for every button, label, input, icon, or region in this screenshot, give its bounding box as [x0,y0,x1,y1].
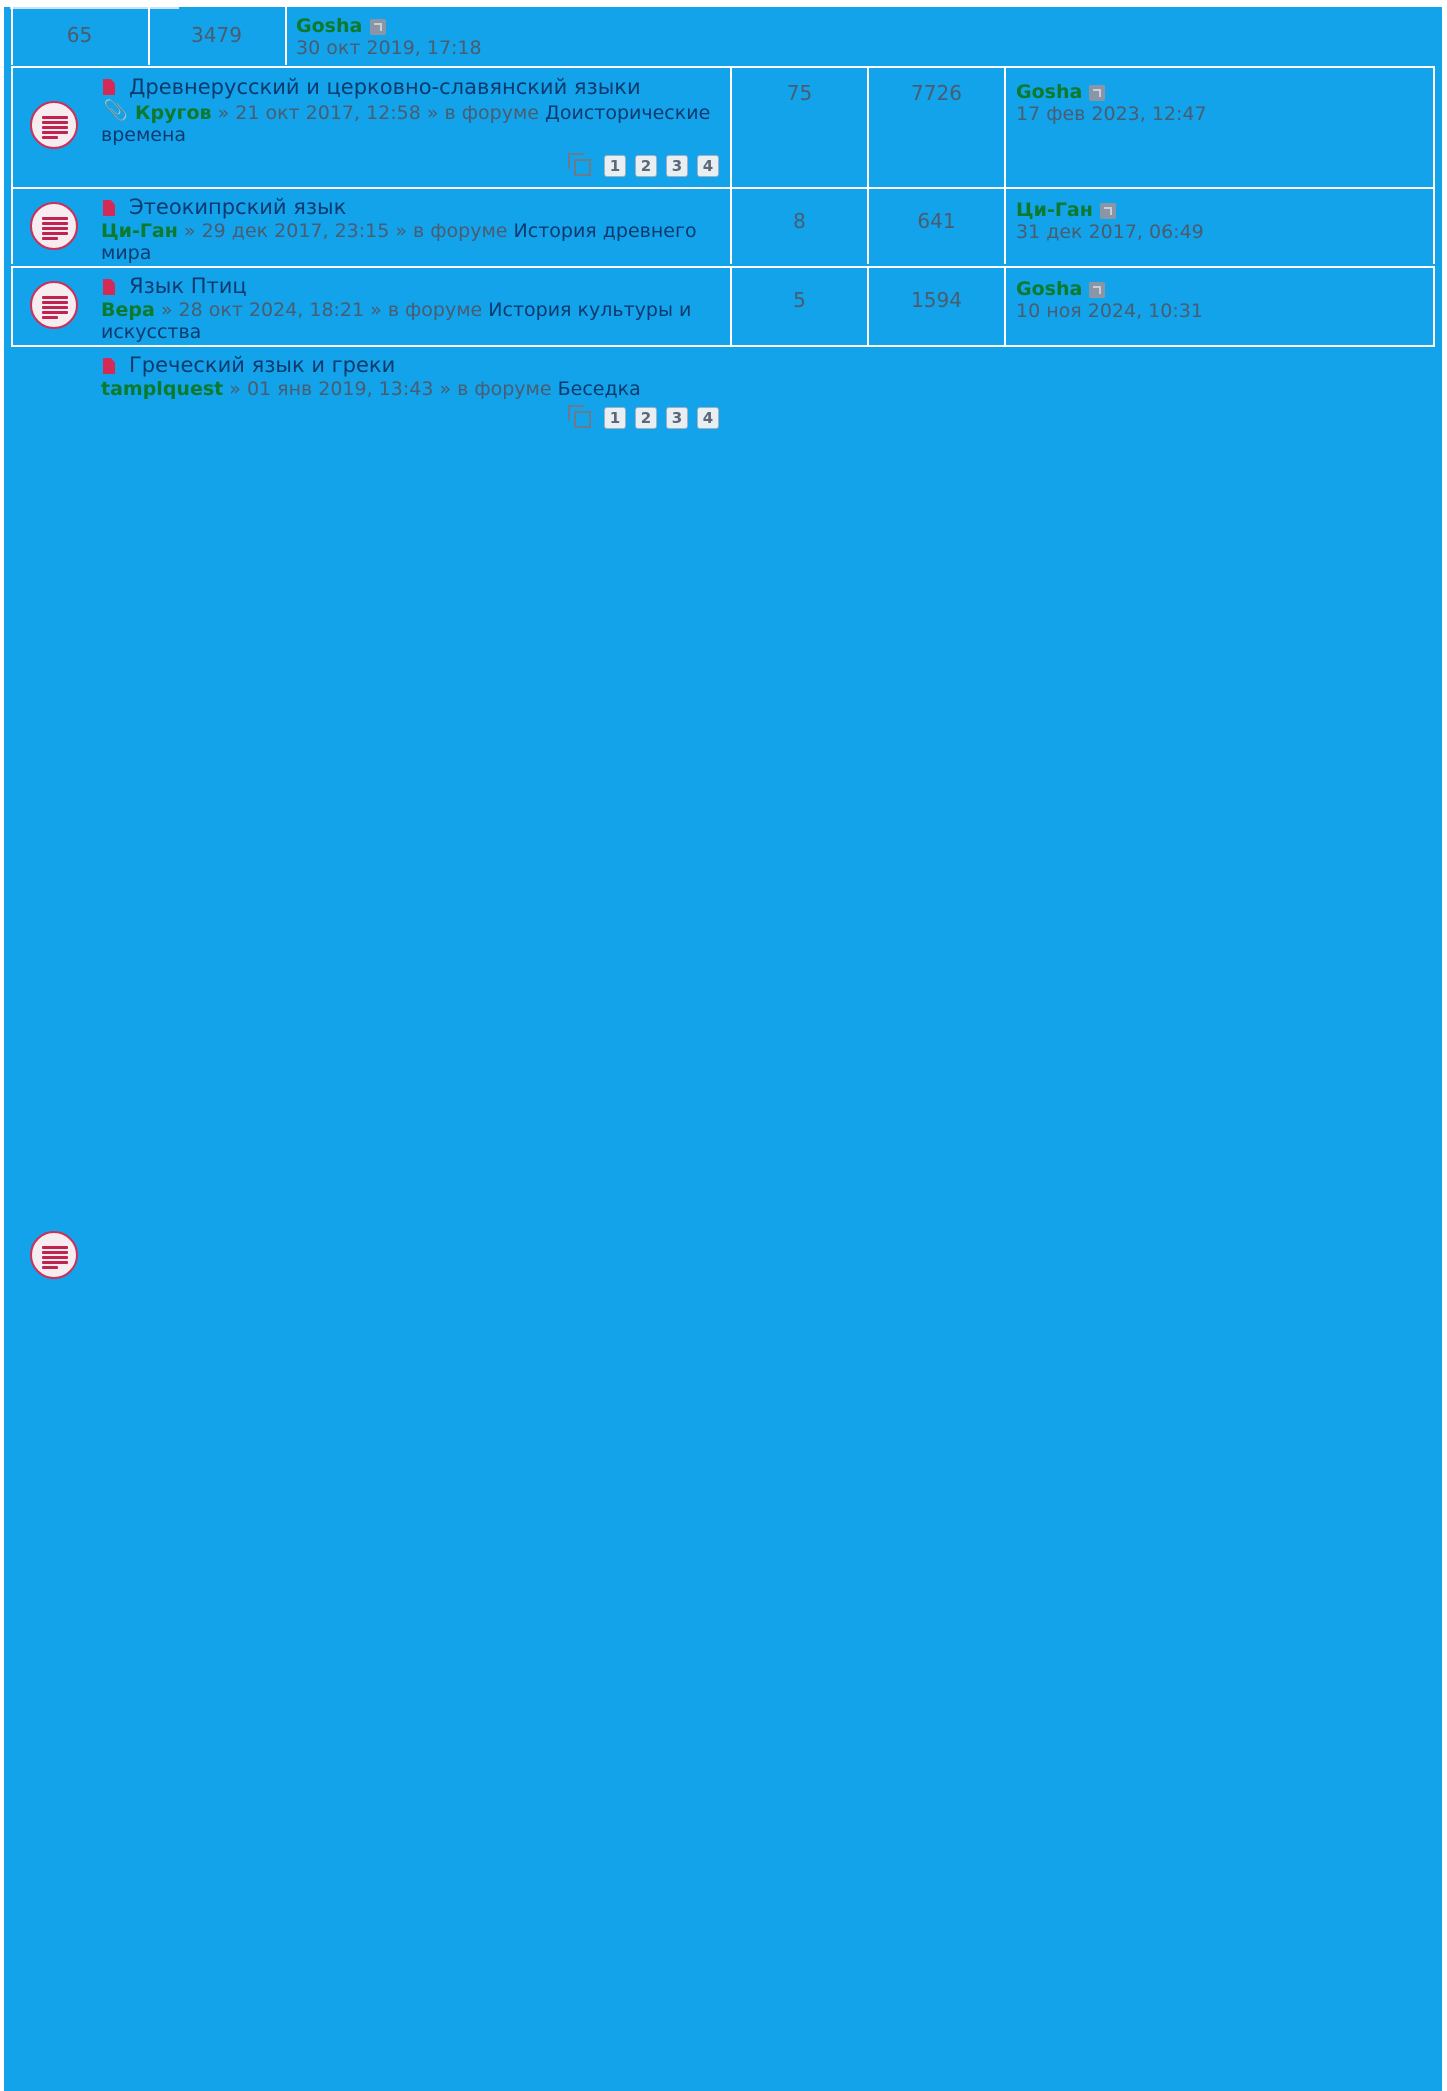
column-divider [1004,268,1006,346]
replies-count: 8 [793,209,806,233]
topic-title[interactable]: Этеокипрский язык [129,195,346,219]
topic-row: 65 3479 Gosha 30 окт 2019, 17:18 [11,7,1435,65]
topic-author[interactable]: tamplquest [101,378,223,400]
page-link[interactable]: 4 [697,155,719,177]
replies-count: 75 [786,81,813,105]
row-divider [11,189,13,264]
topic-meta: Ци-Ган » 29 дек 2017, 23:15 » в форуме И… [101,220,731,264]
topic-row[interactable]: Греческий язык и греки tamplquest » 01 я… [11,345,1435,437]
topic-author[interactable]: Кругов [135,102,212,124]
topic-posted: » 29 дек 2017, 23:15 » в форуме [177,220,514,242]
page-link[interactable]: 4 [697,407,719,429]
topic-forum-link[interactable]: Беседка [558,378,641,400]
topic-meta: Кругов » 21 окт 2017, 12:58 » в форуме Д… [101,102,731,146]
replies-count: 5 [793,288,806,312]
pagination: 1 2 3 4 [568,403,738,429]
topic-posted: » 28 окт 2024, 18:21 » в форуме [154,299,489,321]
column-divider [1004,68,1006,187]
topic-posted: » 01 янв 2019, 13:43 » в форуме [223,378,558,400]
topic-author[interactable]: Ци-Ган [101,220,178,242]
row-divider [11,68,13,187]
views-count: 7726 [911,81,962,105]
last-post-date: 31 дек 2017, 06:49 [1016,221,1204,243]
page-link[interactable]: 2 [635,407,657,429]
new-post-icon[interactable] [103,79,115,95]
last-post-date: 30 окт 2019, 17:18 [296,37,482,59]
pagination: 1 2 3 4 [568,151,738,177]
row-divider [1433,268,1435,346]
topic-unread-icon [30,281,78,329]
column-divider [1004,189,1006,264]
topic-posted: » 21 окт 2017, 12:58 » в форуме [211,102,546,124]
row-divider [1433,68,1435,187]
last-post-author[interactable]: Gosha [1016,278,1082,300]
page-link[interactable]: 1 [604,155,626,177]
topic-author[interactable]: Вера [101,299,155,321]
topic-row[interactable]: Этеокипрский язык Ци-Ган » 29 дек 2017, … [11,187,1435,264]
topic-unread-icon [30,101,78,149]
topic-title[interactable]: Греческий язык и греки [129,353,395,377]
topic-meta: tamplquest » 01 янв 2019, 13:43 » в фору… [101,378,731,400]
topic-row[interactable]: Древнерусский и церковно-славянский язык… [11,66,1435,187]
last-post-author[interactable]: Gosha [1016,81,1082,103]
new-post-icon[interactable] [103,279,115,295]
last-post-author[interactable]: Gosha [296,15,362,37]
topic-unread-icon [30,1231,78,1279]
replies-count: 65 [66,23,93,47]
pages-icon [568,153,591,176]
page-link[interactable]: 1 [604,407,626,429]
views-count: 1594 [911,288,962,312]
row-divider [11,268,13,346]
last-post-author[interactable]: Ци-Ган [1016,199,1093,221]
goto-last-post-icon[interactable] [1089,85,1105,101]
page-link[interactable]: 3 [666,155,688,177]
row-divider [1433,189,1435,264]
views-count: 641 [917,209,956,233]
goto-last-post-icon[interactable] [370,19,386,35]
page-link[interactable]: 2 [635,155,657,177]
topic-meta: Вера » 28 окт 2024, 18:21 » в форуме Ист… [101,299,731,343]
column-divider [285,7,287,65]
views-count: 3479 [191,23,242,47]
topic-unread-icon [30,202,78,250]
topic-title[interactable]: Язык Птиц [129,274,247,298]
pages-icon [568,405,591,428]
new-post-icon[interactable] [103,200,115,216]
goto-last-post-icon[interactable] [1089,282,1105,298]
last-post-date: 10 ноя 2024, 10:31 [1016,300,1203,322]
last-post-date: 17 фев 2023, 12:47 [1016,103,1207,125]
topic-title[interactable]: Древнерусский и церковно-славянский язык… [129,75,641,99]
page-link[interactable]: 3 [666,407,688,429]
new-post-icon[interactable] [103,358,115,374]
topic-row[interactable]: Язык Птиц Вера » 28 окт 2024, 18:21 » в … [11,266,1435,346]
goto-last-post-icon[interactable] [1100,203,1116,219]
